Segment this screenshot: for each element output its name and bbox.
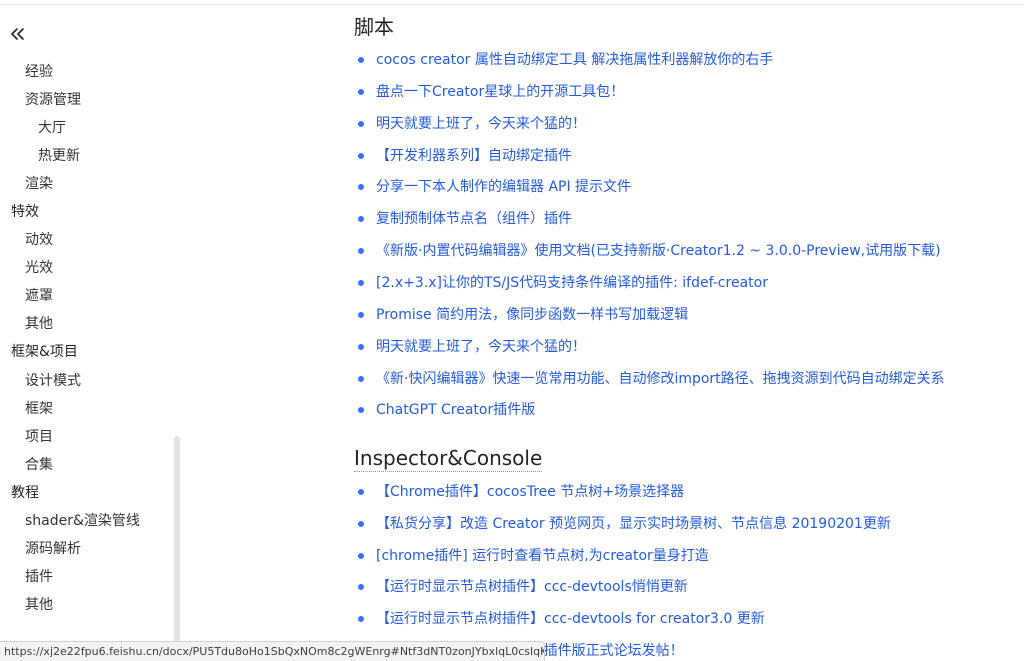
sidebar-outline: 经验 资源管理 大厅 热更新 渲染 特效 动效 光效 遮罩 其他 框架&项目 设… xyxy=(0,0,190,661)
sidebar-item-other[interactable]: 其他 xyxy=(25,314,53,334)
bullet-icon xyxy=(358,521,364,527)
page: 经验 资源管理 大厅 热更新 渲染 特效 动效 光效 遮罩 其他 框架&项目 设… xyxy=(0,0,1024,661)
doc-link[interactable]: [2.x+3.x]让你的TS/JS代码支持条件编译的插件: ifdef-crea… xyxy=(376,272,768,294)
bullet-icon xyxy=(358,376,364,382)
doc-link[interactable]: 【Chrome插件】cocosTree 节点树+场景选择器 xyxy=(376,481,684,503)
bullet-icon xyxy=(358,407,364,413)
sidebar-item-mask[interactable]: 遮罩 xyxy=(25,286,53,306)
sidebar-item-shader-pipeline[interactable]: shader&渲染管线 xyxy=(25,511,140,531)
bullet-icon xyxy=(358,312,364,318)
sidebar-item-plugins[interactable]: 插件 xyxy=(25,567,53,587)
sidebar-item-jingyan[interactable]: 经验 xyxy=(25,62,53,82)
sidebar-item-design-patterns[interactable]: 设计模式 xyxy=(25,371,81,391)
sidebar-item-hot-update[interactable]: 热更新 xyxy=(38,146,80,166)
doc-link[interactable]: 明天就要上班了，今天来个猛的！ xyxy=(376,336,586,358)
sidebar-item-framework[interactable]: 框架 xyxy=(25,399,53,419)
doc-link[interactable]: 分享一下本人制作的编辑器 API 提示文件 xyxy=(376,176,631,198)
document-content: 脚本 cocos creator 属性自动绑定工具 解决拖属性利器解放你的右手 … xyxy=(354,0,1014,661)
sidebar-item-collection[interactable]: 合集 xyxy=(25,455,53,475)
bullet-icon xyxy=(358,553,364,559)
section-heading-scripts: 脚本 xyxy=(354,15,394,39)
sidebar-item-other-2[interactable]: 其他 xyxy=(25,595,53,615)
bullet-icon xyxy=(358,280,364,286)
sidebar-item-effects[interactable]: 特效 xyxy=(11,202,39,222)
sidebar-item-lobby[interactable]: 大厅 xyxy=(38,118,66,138)
doc-link[interactable]: [chrome插件] 运行时查看节点树,为creator量身打造 xyxy=(376,545,709,567)
doc-link[interactable]: 盘点一下Creator星球上的开源工具包！ xyxy=(376,81,624,103)
collapse-sidebar-button[interactable] xyxy=(8,23,28,45)
sidebar-scrollbar[interactable] xyxy=(174,436,180,661)
doc-link[interactable]: 【运行时显示节点树插件】ccc-devtools悄悄更新 xyxy=(376,576,688,598)
sidebar-item-project[interactable]: 项目 xyxy=(25,427,53,447)
doc-link[interactable]: 【开发利器系列】自动绑定插件 xyxy=(376,145,572,167)
doc-link[interactable]: 《新版·内置代码编辑器》使用文档(已支持新版·Creator1.2 ~ 3.0.… xyxy=(376,240,941,262)
bullet-icon xyxy=(358,57,364,63)
bullet-icon xyxy=(358,584,364,590)
bullet-icon xyxy=(358,616,364,622)
section-heading-inspector-console: Inspector&Console xyxy=(354,446,543,472)
sidebar-item-light-effects[interactable]: 光效 xyxy=(25,258,53,278)
doc-link[interactable]: 明天就要上班了，今天来个猛的！ xyxy=(376,113,586,135)
doc-link[interactable]: 复制预制体节点名（组件）插件 xyxy=(376,208,572,230)
doc-link[interactable]: ChatGPT Creator插件版 xyxy=(376,399,535,421)
sidebar-item-framework-project[interactable]: 框架&项目 xyxy=(11,342,78,362)
doc-link[interactable]: 【私货分享】改造 Creator 预览网页，显示实时场景树、节点信息 20190… xyxy=(376,513,891,535)
doc-link[interactable]: 《新·快闪编辑器》快速一览常用功能、自动修改import路径、拖拽资源到代码自动… xyxy=(376,368,945,390)
bullet-icon xyxy=(358,153,364,159)
bullet-icon xyxy=(358,489,364,495)
bullet-icon xyxy=(358,248,364,254)
sidebar-item-source-analysis[interactable]: 源码解析 xyxy=(25,539,81,559)
bullet-icon xyxy=(358,216,364,222)
doc-link[interactable]: Promise 简约用法，像同步函数一样书写加载逻辑 xyxy=(376,304,688,326)
bullet-icon xyxy=(358,344,364,350)
doc-link[interactable]: cocos creator 属性自动绑定工具 解决拖属性利器解放你的右手 xyxy=(376,49,773,71)
doc-link[interactable]: 【运行时显示节点树插件】ccc-devtools for creator3.0 … xyxy=(376,608,765,630)
sidebar-item-motion[interactable]: 动效 xyxy=(25,230,53,250)
sidebar-item-resource-management[interactable]: 资源管理 xyxy=(25,90,81,110)
link-status-bar: https://xj2e22fpu6.feishu.cn/docx/PU5Tdu… xyxy=(0,641,545,661)
sidebar-item-render[interactable]: 渲染 xyxy=(25,174,53,194)
sidebar-item-tutorial[interactable]: 教程 xyxy=(11,483,39,503)
bullet-icon xyxy=(358,184,364,190)
double-chevron-left-icon xyxy=(11,28,24,40)
bullet-icon xyxy=(358,89,364,95)
bullet-icon xyxy=(358,121,364,127)
